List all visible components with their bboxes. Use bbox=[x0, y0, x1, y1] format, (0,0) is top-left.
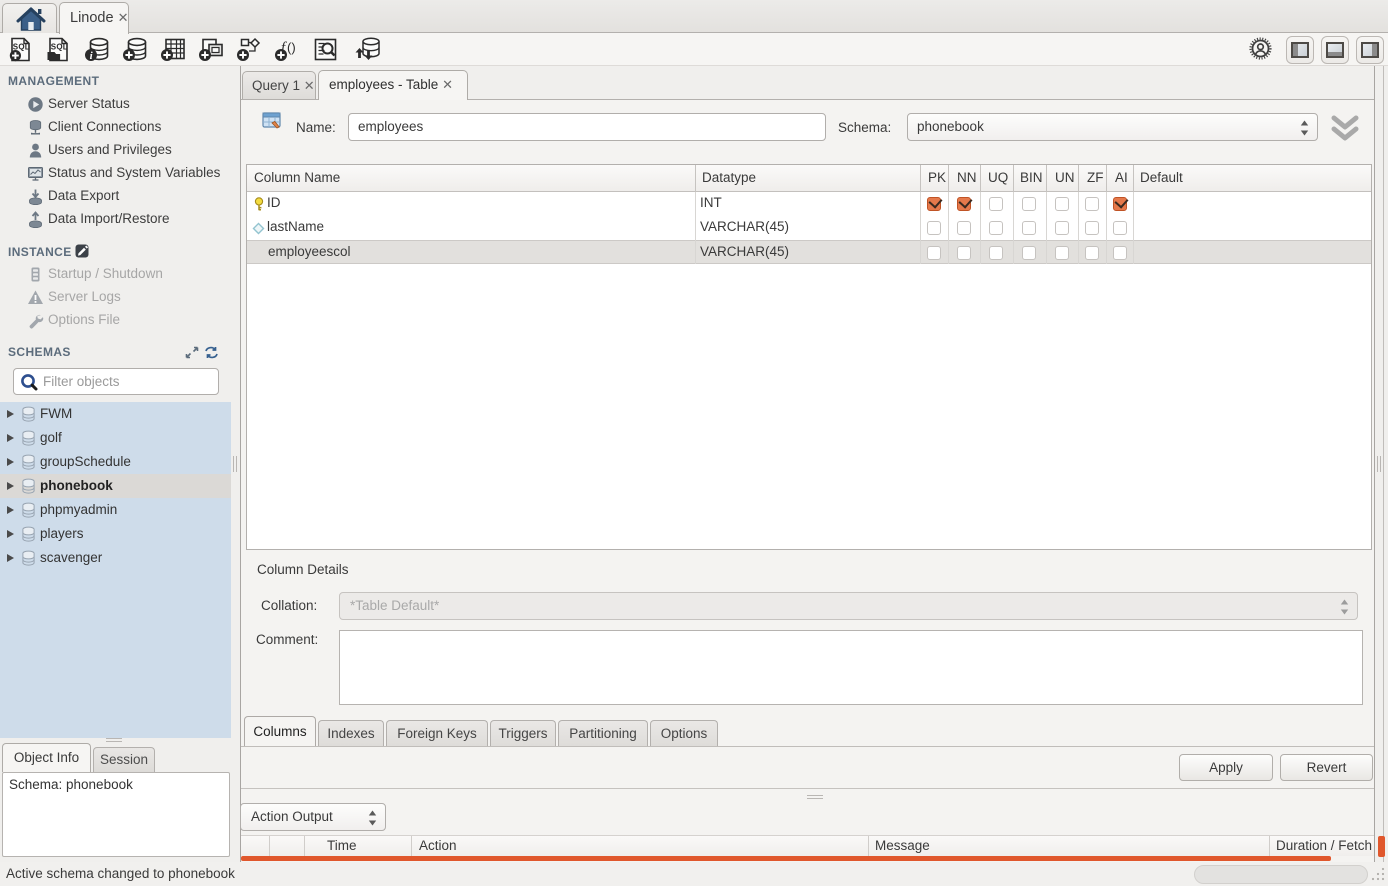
svg-text:(): () bbox=[287, 40, 296, 55]
svg-text:SQL: SQL bbox=[51, 43, 68, 52]
